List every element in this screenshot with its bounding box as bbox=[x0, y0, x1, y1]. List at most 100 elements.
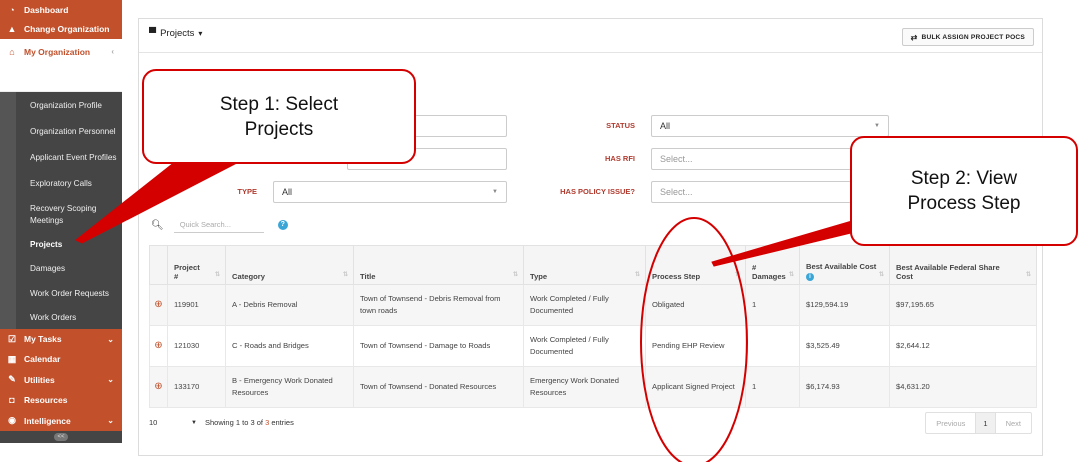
header-expand bbox=[149, 245, 168, 285]
quick-search-input[interactable]: Quick Search... bbox=[173, 217, 264, 233]
collapse-icon[interactable]: << bbox=[54, 433, 68, 441]
previous-page-button[interactable]: Previous bbox=[926, 413, 975, 433]
sidebar-item-my-organization[interactable]: ⌂ My Organization ‹ bbox=[0, 39, 122, 92]
chevron-down-icon: ⌄ bbox=[107, 416, 114, 425]
help-icon[interactable]: ? bbox=[277, 220, 288, 230]
table-row[interactable]: ⊕ 133170 B - Emergency Work Donated Reso… bbox=[149, 366, 1037, 408]
cell-damages bbox=[745, 325, 800, 367]
page-length-select[interactable]: 10 ▼ bbox=[149, 418, 197, 427]
status-select[interactable]: All ▼ bbox=[651, 115, 889, 137]
sort-icon: ⇅ bbox=[512, 272, 518, 278]
has-policy-placeholder: Select... bbox=[660, 187, 693, 197]
header-best-available-federal-share[interactable]: Best Available Federal Share Cost ⇅ bbox=[889, 245, 1037, 285]
sidebar: ◔ Dashboard ▲ Change Organization ⌂ My O… bbox=[0, 0, 122, 462]
sidebar-item-work-order-requests[interactable]: Work Order Requests bbox=[0, 281, 122, 305]
page-1-button[interactable]: 1 bbox=[975, 413, 996, 433]
sidebar-item-damages[interactable]: Damages bbox=[0, 255, 122, 281]
sidebar-item-dashboard[interactable]: ◔ Dashboard bbox=[0, 0, 122, 19]
showing-suffix: entries bbox=[271, 418, 294, 427]
sidebar-item-work-orders[interactable]: Work Orders bbox=[0, 305, 122, 329]
showing-text: Showing 1 to 3 of bbox=[205, 418, 263, 427]
projects-dropdown[interactable]: ▀ Projects ▾ bbox=[149, 28, 202, 39]
sidebar-item-label: Damages bbox=[30, 263, 66, 273]
sidebar-item-label: My Organization bbox=[24, 47, 91, 57]
sort-icon: ⇅ bbox=[342, 272, 348, 278]
sidebar-item-projects[interactable]: Projects bbox=[0, 233, 122, 255]
header-project-number[interactable]: Project # ⇅ bbox=[167, 245, 226, 285]
sidebar-item-intelligence[interactable]: ◉ Intelligence ⌄ bbox=[0, 410, 122, 431]
cell-process-step: Applicant Signed Project bbox=[645, 366, 746, 408]
sidebar-item-utilities[interactable]: ✎ Utilities ⌄ bbox=[0, 369, 122, 390]
step2-callout: Step 2: View Process Step bbox=[850, 136, 1078, 246]
sidebar-collapse[interactable]: << bbox=[0, 431, 122, 443]
sidebar-item-change-organization[interactable]: ▲ Change Organization bbox=[0, 19, 122, 39]
sidebar-item-label: Intelligence bbox=[24, 415, 71, 426]
cell-type: Work Completed / Fully Documented bbox=[523, 325, 646, 367]
step2-text-line1: Step 2: View bbox=[910, 168, 1018, 189]
sort-icon: ⇅ bbox=[634, 272, 640, 278]
sidebar-item-exploratory-calls[interactable]: Exploratory Calls bbox=[0, 170, 122, 196]
wrench-icon: ✎ bbox=[8, 374, 16, 384]
header-title[interactable]: Title ⇅ bbox=[353, 245, 524, 285]
sidebar-item-applicant-event-profiles[interactable]: Applicant Event Profiles bbox=[0, 144, 122, 170]
header-process-step[interactable]: Process Step ⇅ bbox=[645, 245, 746, 285]
eye-icon: ◉ bbox=[8, 415, 16, 425]
has-rfi-label: HAS RFI bbox=[605, 154, 635, 163]
sidebar-item-calendar[interactable]: ▦ Calendar bbox=[0, 349, 122, 369]
panel-header: ▀ Projects ▾ ⇄ BULK ASSIGN PROJECT POCS bbox=[139, 19, 1042, 53]
cell-best-fed: $2,644.12 bbox=[889, 325, 1037, 367]
step1-callout: Step 1: Select Projects bbox=[142, 69, 416, 164]
sort-icon: ⇅ bbox=[788, 272, 794, 278]
step1-text-line2: Projects bbox=[244, 118, 314, 140]
bulk-assign-label: BULK ASSIGN PROJECT POCS bbox=[921, 33, 1025, 41]
caret-down-icon: ▼ bbox=[191, 419, 197, 426]
sidebar-item-label: Change Organization bbox=[24, 24, 110, 34]
building-icon: ▲ bbox=[7, 24, 17, 34]
sidebar-item-my-tasks[interactable]: ☑ My Tasks ⌄ bbox=[0, 329, 122, 349]
cell-best-cost: $6,174.93 bbox=[799, 366, 890, 408]
sidebar-item-label: Projects bbox=[30, 239, 63, 249]
info-icon[interactable]: i bbox=[806, 273, 814, 281]
sidebar-item-organization-personnel[interactable]: Organization Personnel bbox=[0, 118, 122, 144]
sort-icon: ⇅ bbox=[214, 272, 220, 278]
header-category[interactable]: Category ⇅ bbox=[225, 245, 354, 285]
type-select[interactable]: All ▼ bbox=[273, 181, 507, 203]
sidebar-item-label: Work Order Requests bbox=[30, 288, 110, 298]
cell-project: 121030 bbox=[167, 325, 226, 367]
search-icon: 🔍︎ bbox=[151, 219, 164, 231]
pagination: Previous 1 Next bbox=[925, 412, 1032, 434]
sort-icon: ⇅ bbox=[878, 272, 884, 278]
sidebar-item-resources[interactable]: ◘ Resources bbox=[0, 390, 122, 410]
sidebar-item-label: Organization Personnel bbox=[30, 126, 116, 136]
next-page-button[interactable]: Next bbox=[996, 413, 1031, 433]
has-policy-issue-label: HAS POLICY ISSUE? bbox=[560, 187, 635, 196]
cell-process-step: Obligated bbox=[645, 284, 746, 326]
cell-category: A - Debris Removal bbox=[225, 284, 354, 326]
zoom-icon[interactable]: ⊕ bbox=[149, 366, 168, 408]
chevron-down-icon: ⌄ bbox=[107, 375, 114, 384]
table-row[interactable]: ⊕ 119901 A - Debris Removal Town of Town… bbox=[149, 284, 1037, 326]
cell-best-fed: $97,195.65 bbox=[889, 284, 1037, 326]
header-damages[interactable]: # Damages ⇅ bbox=[745, 245, 800, 285]
sidebar-item-recovery-scoping-meetings[interactable]: Recovery Scoping Meetings bbox=[0, 196, 122, 233]
bulk-assign-button[interactable]: ⇄ BULK ASSIGN PROJECT POCS bbox=[901, 28, 1034, 46]
box-icon: ◘ bbox=[9, 395, 15, 405]
page-title: Projects bbox=[160, 28, 195, 39]
header-type[interactable]: Type ⇅ bbox=[523, 245, 646, 285]
cell-best-cost: $129,594.19 bbox=[799, 284, 890, 326]
check-square-icon: ☑ bbox=[7, 333, 17, 344]
step1-text-line1: Step 1: Select bbox=[219, 93, 339, 115]
chevron-up-icon: ‹ bbox=[111, 47, 114, 56]
sidebar-item-organization-profile[interactable]: Organization Profile bbox=[0, 92, 122, 118]
cell-category: C - Roads and Bridges bbox=[225, 325, 354, 367]
status-value: All bbox=[660, 121, 671, 131]
caret-down-icon: ▼ bbox=[492, 189, 498, 195]
zoom-icon[interactable]: ⊕ bbox=[149, 284, 168, 326]
zoom-icon[interactable]: ⊕ bbox=[149, 325, 168, 367]
table-row[interactable]: ⊕ 121030 C - Roads and Bridges Town of T… bbox=[149, 325, 1037, 367]
sidebar-item-label: Work Orders bbox=[30, 312, 77, 322]
header-best-available-cost[interactable]: Best Available Cost i ⇅ bbox=[799, 245, 890, 285]
cell-damages: 1 bbox=[745, 284, 800, 326]
sort-icon: ⇅ bbox=[1025, 272, 1031, 278]
cell-best-fed: $4,631.20 bbox=[889, 366, 1037, 408]
